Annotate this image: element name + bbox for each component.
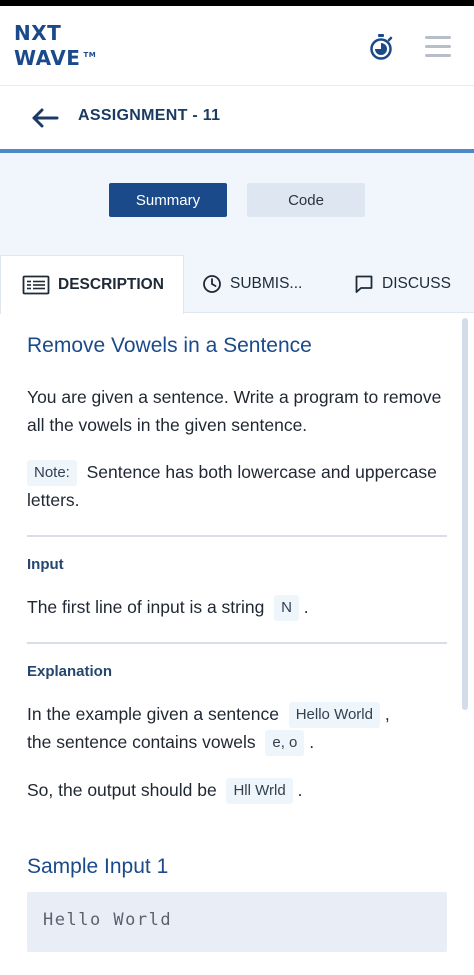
output-code-chip: Hll Wrld (226, 778, 293, 804)
input-text-end: . (303, 597, 309, 617)
tab-submissions[interactable]: SUBMIS... (202, 255, 302, 313)
arrow-left-icon[interactable] (30, 103, 60, 133)
explanation-text-2: the sentence contains vowels (27, 732, 256, 752)
code-button[interactable]: Code (247, 183, 365, 217)
vowels-code-chip: e, o (265, 730, 305, 756)
tab-submissions-label: SUBMIS... (230, 275, 303, 292)
chat-bubble-icon (355, 275, 373, 293)
input-text: The first line of input is a string (27, 597, 265, 617)
explanation-heading: Explanation (27, 663, 113, 680)
tab-description-label: DESCRIPTION (58, 276, 164, 293)
sample-input-box: Hello World (27, 892, 447, 952)
output-explanation: So, the output should be Hll Wrld . (27, 776, 447, 804)
explanation-code-chip: Hello World (288, 702, 380, 728)
tab-discuss-label: DISCUSS (382, 275, 451, 292)
output-period: . (297, 780, 303, 800)
note-badge: Note: (27, 460, 77, 486)
note-text: Sentence has both lowercase and uppercas… (27, 462, 437, 510)
output-text: So, the output should be (27, 780, 217, 800)
problem-description-panel: Remove Vowels in a Sentence You are give… (0, 314, 474, 975)
stopwatch-icon[interactable] (366, 32, 396, 62)
sample-input-title: Sample Input 1 (27, 855, 169, 878)
problem-title: Remove Vowels in a Sentence (27, 334, 312, 357)
hamburger-menu-icon[interactable] (422, 30, 454, 62)
section-divider (27, 642, 447, 644)
top-app-bar: NXT WAVE TM (0, 6, 474, 86)
description-icon (22, 275, 50, 295)
sample-input-text: Hello World (43, 910, 173, 930)
logo-line-2-text: WAVE (14, 46, 81, 70)
problem-intro: You are given a sentence. Write a progra… (27, 387, 442, 435)
tab-discuss[interactable]: DISCUSS (354, 255, 451, 313)
problem-note: Note: Sentence has both lowercase and up… (27, 458, 447, 514)
tab-description[interactable]: DESCRIPTION (0, 255, 184, 314)
explanation-period: . (309, 732, 315, 752)
assignment-header: ASSIGNMENT - 11 (0, 87, 474, 151)
vertical-scrollbar[interactable] (462, 318, 468, 710)
logo-line-2: WAVE TM (14, 44, 114, 69)
input-description: The first line of input is a string N . (27, 593, 447, 621)
logo-line-1: NXT (14, 21, 62, 45)
assignment-title: ASSIGNMENT - 11 (78, 107, 221, 124)
logo-trademark: TM (83, 51, 97, 59)
nxtwave-logo[interactable]: NXT WAVE TM (14, 22, 114, 70)
input-heading: Input (27, 556, 64, 573)
explanation-text-1: In the example given a sentence (27, 704, 279, 724)
problem-tabs: DESCRIPTION SUBMIS... DISCUSS (0, 255, 474, 314)
section-divider (27, 535, 447, 537)
summary-button[interactable]: Summary (109, 183, 227, 217)
view-switcher: Summary Code (0, 153, 474, 255)
input-code-chip: N (274, 595, 299, 621)
explanation-text: In the example given a sentence Hello Wo… (27, 700, 447, 756)
explanation-comma: , (384, 704, 390, 724)
clock-icon (203, 275, 221, 293)
